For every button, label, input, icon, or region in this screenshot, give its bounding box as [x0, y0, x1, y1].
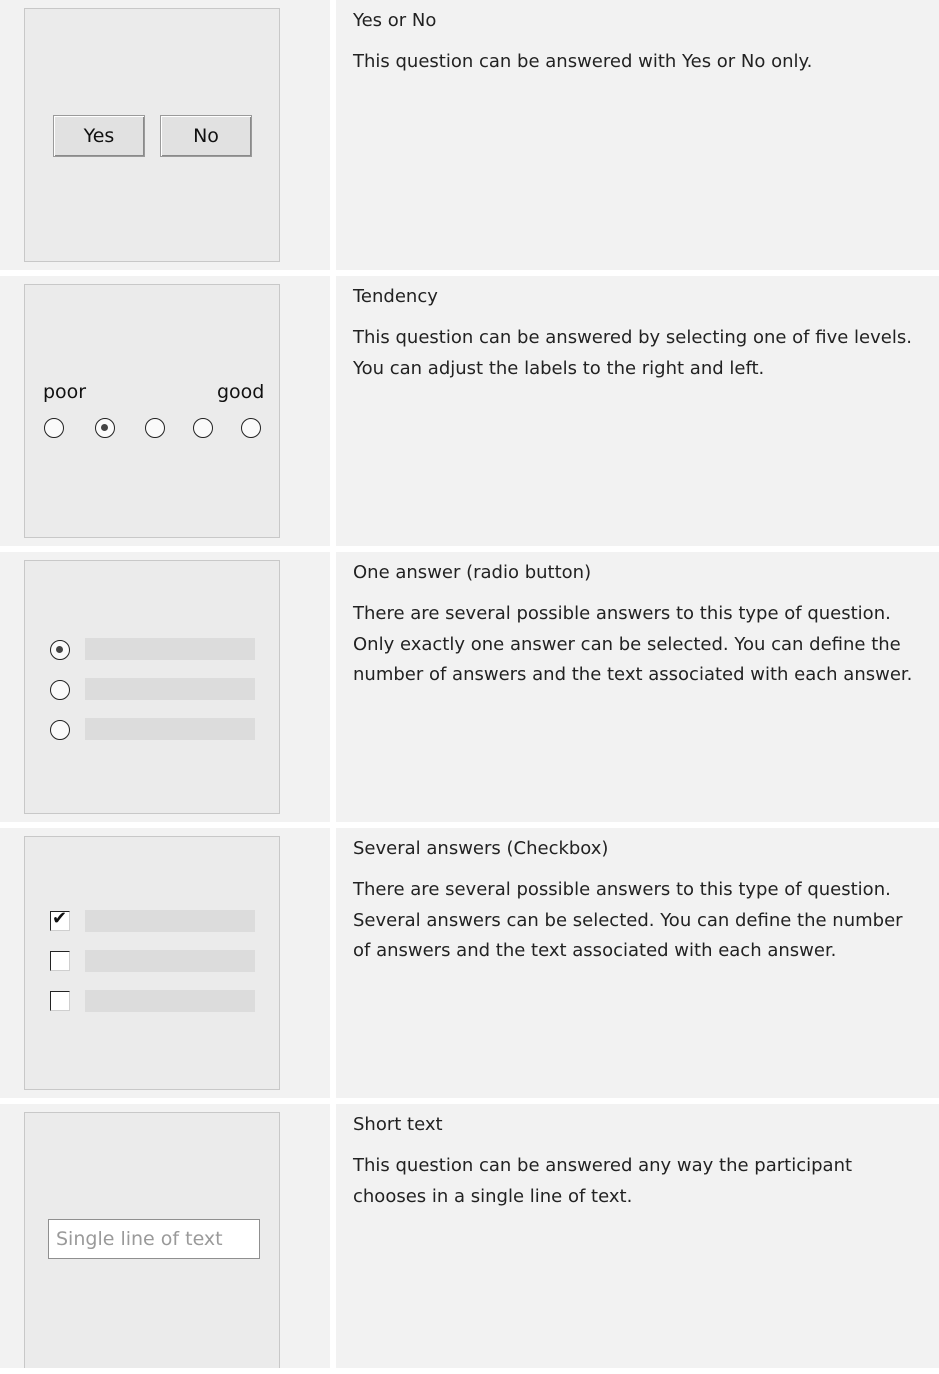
- description-cell: Short text This question can be answered…: [336, 1104, 939, 1368]
- preview-cell: [0, 1104, 330, 1368]
- checkbox-preview: ✔: [24, 836, 280, 1090]
- description-cell: One answer (radio button) There are seve…: [336, 552, 939, 822]
- no-button[interactable]: No: [160, 115, 252, 157]
- question-type-several-answers: ✔ Several answers (Checkbox) There are s…: [0, 828, 939, 1098]
- preview-cell: ✔: [0, 828, 330, 1098]
- level-radio-4[interactable]: [193, 418, 213, 438]
- question-type-title: Tendency: [353, 286, 438, 307]
- short-text-preview: [24, 1112, 280, 1368]
- question-type-description: This question can be answered by selecti…: [353, 327, 912, 379]
- option-radio-3[interactable]: [50, 720, 70, 740]
- description-cell: Several answers (Checkbox) There are sev…: [336, 828, 939, 1098]
- question-type-description: There are several possible answers to th…: [353, 879, 903, 961]
- option-checkbox-3[interactable]: [50, 991, 70, 1011]
- question-type-description: This question can be answered any way th…: [353, 1155, 853, 1207]
- preview-cell: Yes No: [0, 0, 330, 270]
- option-text-placeholder: [85, 910, 255, 932]
- yes-button[interactable]: Yes: [53, 115, 145, 157]
- option-text-placeholder: [85, 950, 255, 972]
- question-type-description: This question can be answered with Yes o…: [353, 51, 813, 72]
- preview-cell: [0, 552, 330, 822]
- level-radio-3[interactable]: [145, 418, 165, 438]
- preview-cell: poor good: [0, 276, 330, 546]
- level-radio-1[interactable]: [44, 418, 64, 438]
- question-type-title: Short text: [353, 1114, 443, 1135]
- radio-preview: [24, 560, 280, 814]
- question-type-title: Several answers (Checkbox): [353, 838, 609, 859]
- checkmark-icon: ✔: [52, 908, 68, 929]
- scale-right-label: good: [217, 381, 265, 403]
- level-radio-2[interactable]: [95, 418, 115, 438]
- option-text-placeholder: [85, 718, 255, 740]
- option-radio-1[interactable]: [50, 640, 70, 660]
- option-radio-2[interactable]: [50, 680, 70, 700]
- tendency-preview: poor good: [24, 284, 280, 538]
- question-type-title: Yes or No: [353, 10, 437, 31]
- question-type-tendency: poor good Tendency This question can be …: [0, 276, 939, 546]
- question-type-short-text: Short text This question can be answered…: [0, 1104, 939, 1374]
- question-type-one-answer: One answer (radio button) There are seve…: [0, 552, 939, 822]
- option-text-placeholder: [85, 990, 255, 1012]
- level-radio-5[interactable]: [241, 418, 261, 438]
- option-text-placeholder: [85, 638, 255, 660]
- description-cell: Tendency This question can be answered b…: [336, 276, 939, 546]
- question-type-title: One answer (radio button): [353, 562, 592, 583]
- option-checkbox-1[interactable]: ✔: [50, 908, 70, 931]
- description-cell: Yes or No This question can be answered …: [336, 0, 939, 270]
- question-type-yes-no: Yes No Yes or No This question can be an…: [0, 0, 939, 270]
- scale-left-label: poor: [43, 381, 87, 403]
- question-type-description: There are several possible answers to th…: [353, 603, 913, 685]
- option-text-placeholder: [85, 678, 255, 700]
- single-line-text-input[interactable]: [48, 1219, 260, 1259]
- option-checkbox-2[interactable]: [50, 951, 70, 971]
- yes-no-preview: Yes No: [24, 8, 280, 262]
